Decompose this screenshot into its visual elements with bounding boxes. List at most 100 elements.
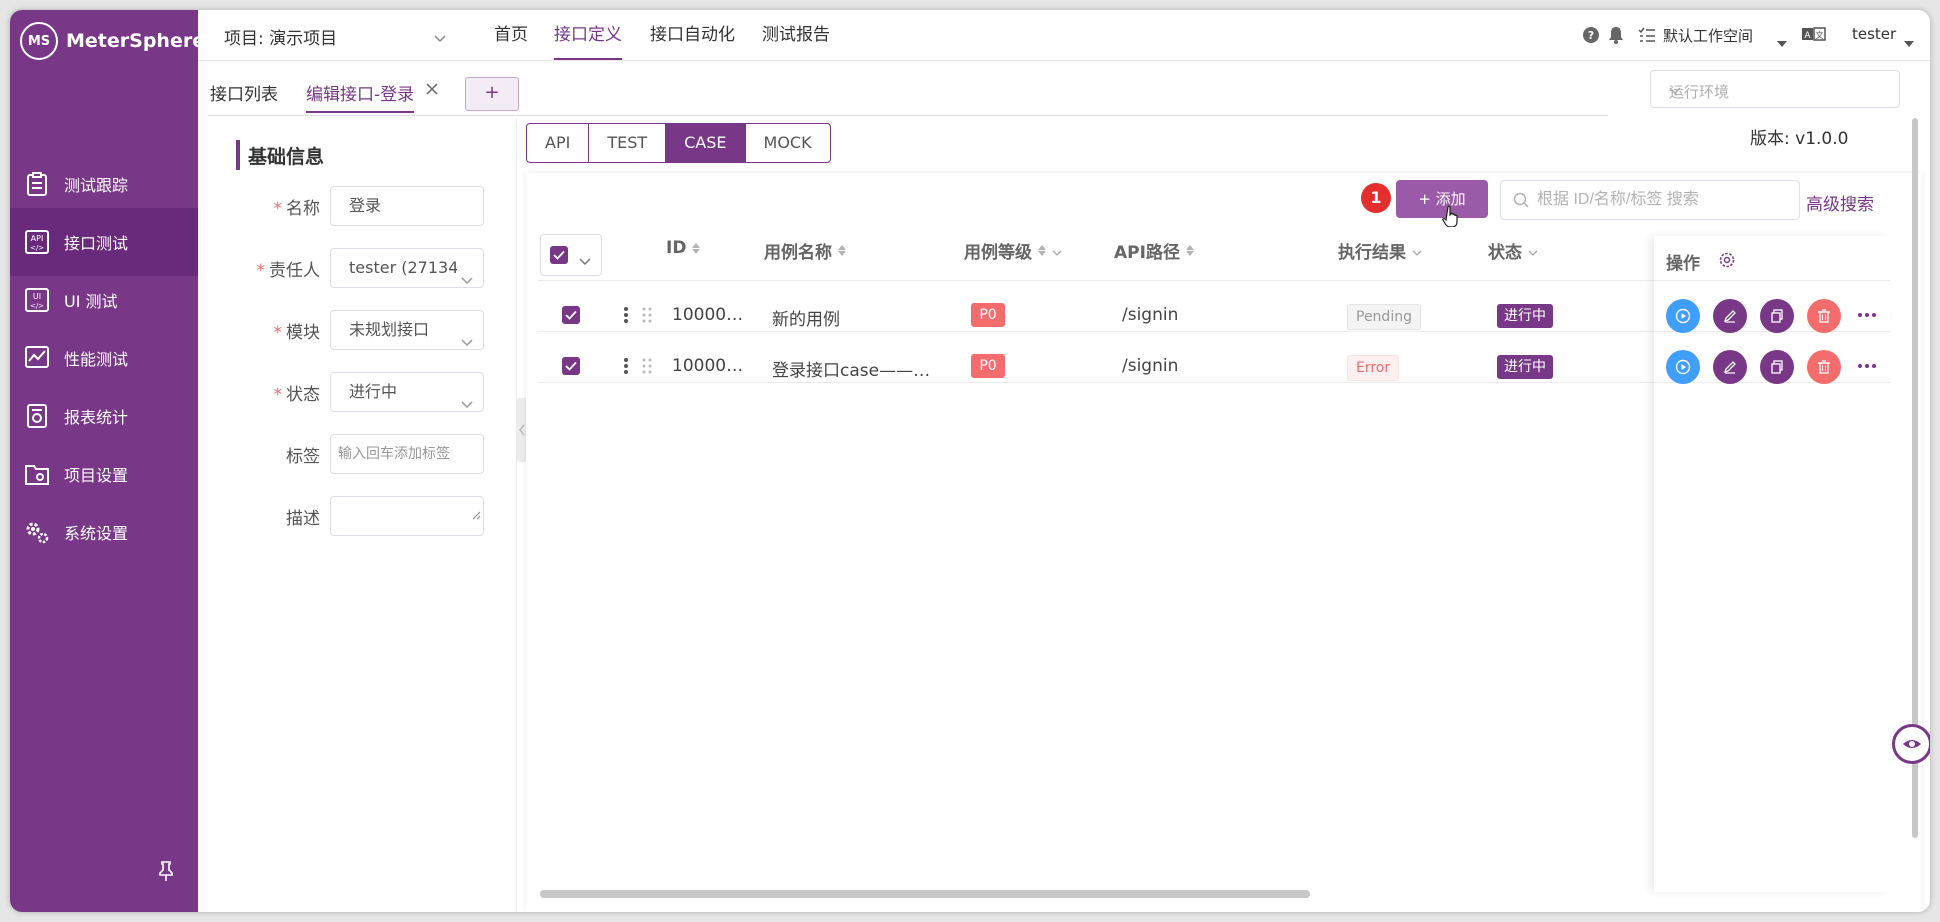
svg-text:?: ?: [1588, 29, 1594, 42]
hand-cursor-icon: [1442, 205, 1460, 231]
caret-down-icon[interactable]: [1777, 32, 1795, 50]
filter-icon[interactable]: [1528, 241, 1538, 261]
copy-button[interactable]: [1760, 299, 1794, 333]
search-input[interactable]: [1535, 186, 1789, 214]
select-all-dropdown[interactable]: [540, 234, 602, 276]
search-icon: [1513, 192, 1529, 212]
api-icon: API </>: [24, 229, 50, 255]
row-menu-icon[interactable]: [624, 307, 628, 325]
tab-api-list[interactable]: 接口列表: [210, 80, 278, 105]
result-badge[interactable]: Error: [1347, 355, 1400, 381]
bell-icon[interactable]: [1608, 26, 1626, 44]
sort-icon[interactable]: [1038, 245, 1046, 256]
chevron-down-icon[interactable]: [434, 28, 446, 47]
version-label: 版本: v1.0.0: [1750, 129, 1849, 149]
tab-mock[interactable]: MOCK: [744, 123, 831, 163]
description-textarea[interactable]: [330, 496, 484, 536]
result-badge[interactable]: Pending: [1347, 304, 1421, 330]
user-menu[interactable]: tester: [1852, 25, 1896, 43]
clipboard-icon: [24, 171, 50, 197]
language-icon[interactable]: A文: [1802, 26, 1826, 44]
add-tab-button[interactable]: +: [465, 77, 519, 111]
name-field[interactable]: 登录: [330, 186, 484, 226]
resize-handle-icon[interactable]: [472, 497, 481, 534]
sidebar-item-system-settings[interactable]: 系统设置: [10, 498, 198, 566]
app-logo[interactable]: MS MeterSphere: [20, 16, 205, 66]
tab-case[interactable]: CASE: [665, 123, 746, 163]
sort-icon[interactable]: [838, 245, 846, 256]
api-path: /signin: [1122, 356, 1179, 376]
caret-down-icon[interactable]: [1904, 32, 1922, 50]
horizontal-scrollbar[interactable]: [540, 890, 1310, 898]
sidebar-item-label: UI 测试: [64, 292, 118, 311]
module-value: 未规划接口: [349, 320, 430, 339]
run-button[interactable]: [1666, 299, 1700, 333]
column-header-status[interactable]: 状态: [1488, 238, 1538, 263]
header-label: ID: [666, 238, 687, 258]
run-button[interactable]: [1666, 350, 1700, 384]
performance-chart-icon: [24, 345, 50, 371]
nav-test-report[interactable]: 测试报告: [762, 10, 830, 60]
environment-select[interactable]: 运行环境: [1650, 70, 1900, 108]
more-icon[interactable]: [1858, 313, 1878, 319]
nav-home[interactable]: 首页: [494, 10, 528, 60]
title-accent-bar: [236, 140, 240, 170]
nav-api-automation[interactable]: 接口自动化: [650, 10, 735, 60]
column-header-level[interactable]: 用例等级: [964, 238, 1062, 263]
filter-icon[interactable]: [1052, 241, 1062, 261]
svg-text:</>: </>: [30, 244, 44, 252]
tab-test[interactable]: TEST: [588, 123, 667, 163]
row-menu-icon[interactable]: [624, 358, 628, 376]
header-label: 用例名称: [764, 243, 832, 263]
sidebar-item-label: 项目设置: [64, 466, 129, 485]
drag-handle-icon[interactable]: [642, 358, 652, 378]
advanced-search-link[interactable]: 高级搜索: [1806, 190, 1874, 215]
settings-gear-icon[interactable]: [1718, 251, 1736, 273]
priority-badge: P0: [971, 303, 1005, 327]
row-checkbox[interactable]: [562, 357, 580, 375]
delete-button[interactable]: [1807, 299, 1841, 333]
delete-button[interactable]: [1807, 350, 1841, 384]
priority-badge: P0: [971, 354, 1005, 378]
chevron-down-icon: [457, 323, 473, 349]
column-header-result[interactable]: 执行结果: [1338, 238, 1422, 263]
svg-text:A: A: [1804, 31, 1811, 41]
sidebar-item-label: 系统设置: [64, 524, 129, 543]
row-checkbox[interactable]: [562, 306, 580, 324]
filter-icon[interactable]: [1412, 241, 1422, 261]
project-select[interactable]: 项目: 演示项目: [224, 24, 337, 49]
workspace-select[interactable]: 默认工作空间: [1663, 25, 1753, 46]
module-label: * 模块: [273, 323, 321, 343]
status-select[interactable]: 进行中: [330, 372, 484, 412]
task-list-icon[interactable]: [1638, 26, 1656, 44]
gears-icon: [24, 519, 50, 545]
pin-icon[interactable]: [156, 860, 176, 881]
close-icon[interactable]: [426, 80, 438, 99]
top-header: 项目: 演示项目 首页 接口定义 接口自动化 测试报告 ? 默认工作空间 A文 …: [198, 10, 1930, 61]
api-path: /signin: [1122, 305, 1179, 325]
floating-helper-icon[interactable]: [1892, 724, 1930, 764]
tab-edit-api-login[interactable]: 编辑接口-登录: [306, 80, 415, 113]
help-icon[interactable]: ?: [1582, 26, 1600, 44]
edit-button[interactable]: [1713, 350, 1747, 384]
status-label: * 状态: [273, 385, 321, 405]
case-name[interactable]: 新的用例: [772, 305, 840, 330]
edit-button[interactable]: [1713, 299, 1747, 333]
drag-handle-icon[interactable]: [642, 307, 652, 327]
sort-icon[interactable]: [692, 242, 701, 254]
chevron-down-icon: [1669, 81, 1885, 99]
sort-icon[interactable]: [1185, 245, 1194, 256]
case-name[interactable]: 登录接口case——…: [772, 356, 930, 381]
column-header-id[interactable]: ID: [666, 238, 701, 258]
more-icon[interactable]: [1858, 364, 1878, 370]
tab-api[interactable]: API: [526, 123, 590, 163]
nav-api-definition[interactable]: 接口定义: [554, 10, 622, 60]
module-select[interactable]: 未规划接口: [330, 310, 484, 350]
column-header-api-path[interactable]: API路径: [1114, 238, 1194, 263]
copy-button[interactable]: [1760, 350, 1794, 384]
select-all-checkbox[interactable]: [550, 246, 568, 264]
search-box[interactable]: [1500, 180, 1800, 220]
column-header-name[interactable]: 用例名称: [764, 238, 846, 263]
tag-input[interactable]: 输入回车添加标签: [330, 434, 484, 474]
owner-select[interactable]: tester (27134: [330, 248, 484, 288]
